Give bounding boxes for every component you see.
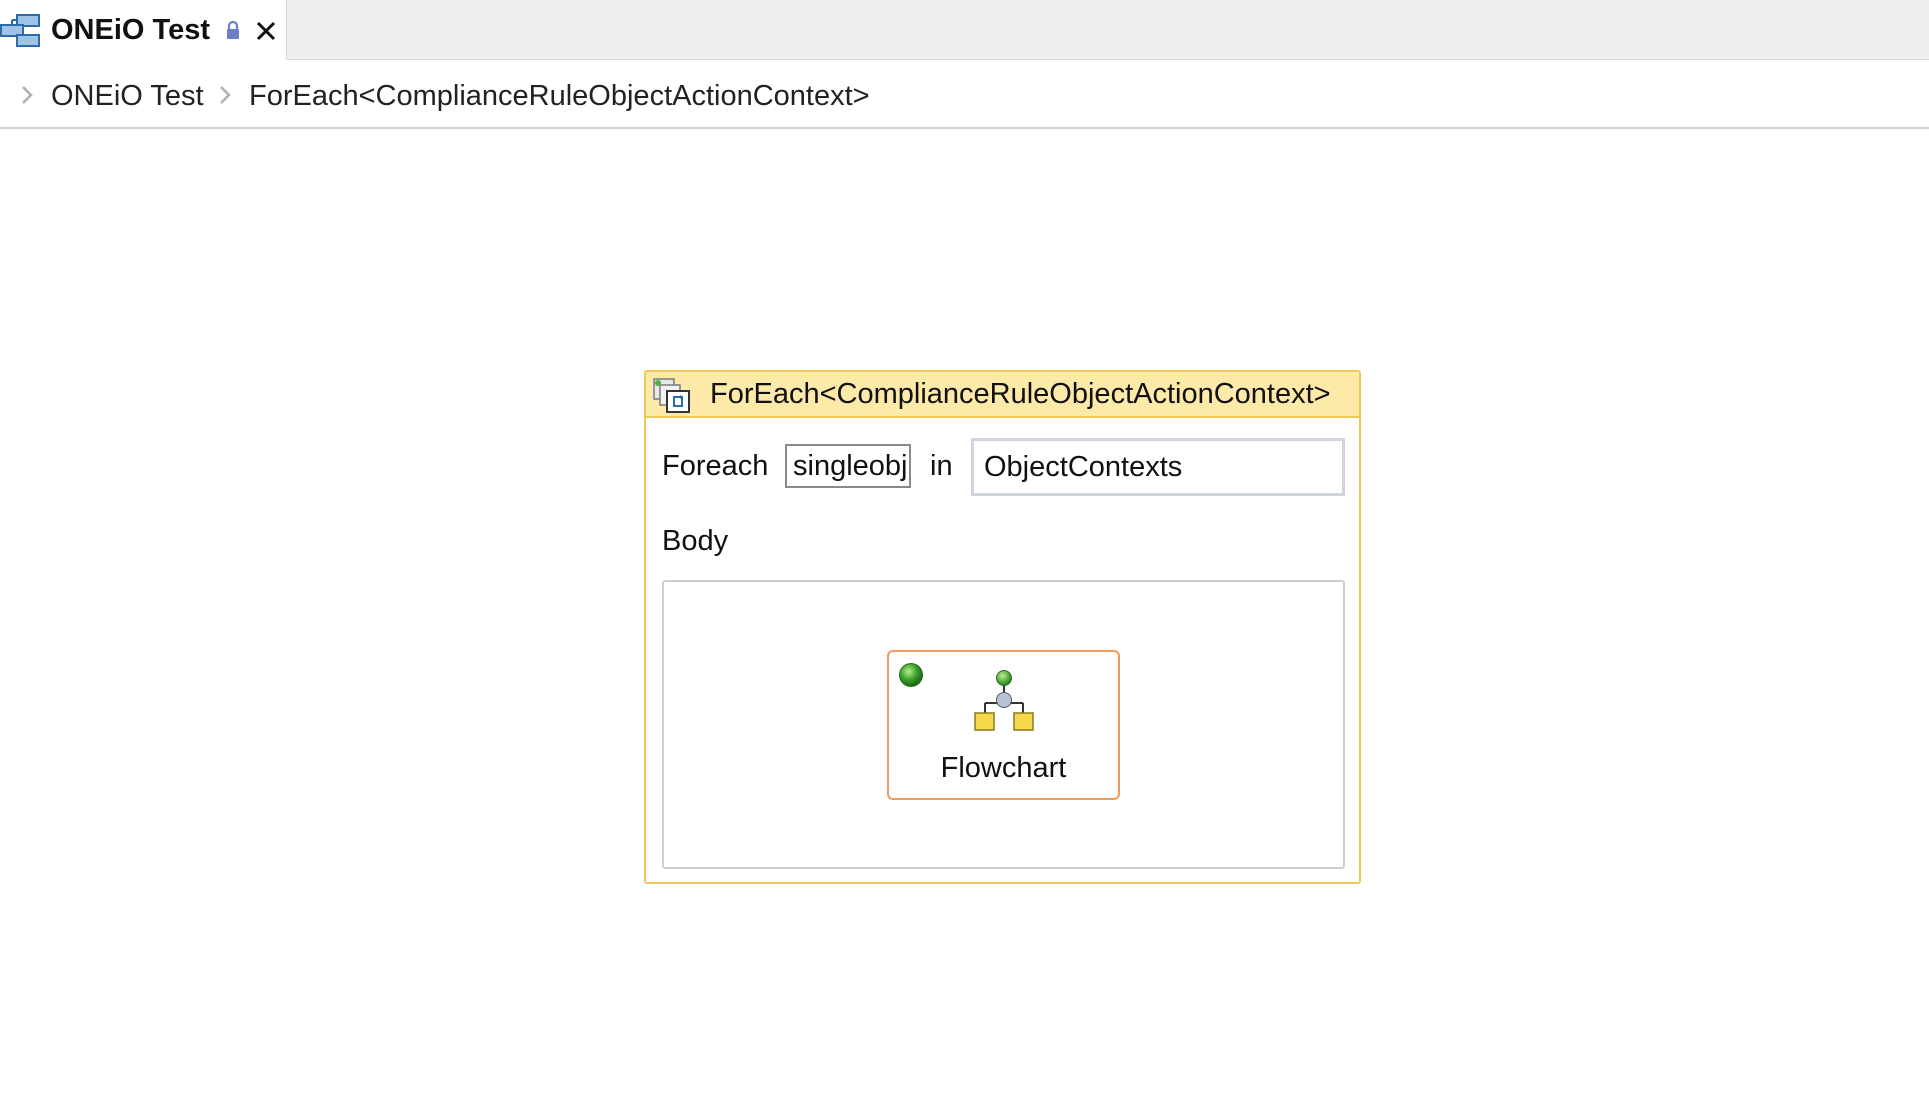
document-tab[interactable]: ONEiO Test [0,0,287,60]
document-tab-strip: ONEiO Test [0,0,1929,60]
in-label: in [930,450,953,482]
foreach-icon [653,378,690,413]
foreach-activity[interactable]: ForEach<ComplianceRuleObjectActionContex… [644,370,1361,884]
collection-expression-input[interactable]: ObjectContexts [971,438,1345,496]
activity-title: ForEach<ComplianceRuleObjectActionContex… [710,378,1331,410]
lock-icon [227,20,239,39]
foreach-label: Foreach [662,450,769,482]
chevron-right-icon [220,86,231,104]
chevron-right-icon [22,86,33,104]
close-icon[interactable] [253,18,279,44]
activity-header[interactable]: ForEach<ComplianceRuleObjectActionContex… [646,372,1359,418]
body-drop-area[interactable]: Flowchart [662,580,1345,869]
foreach-variable-input[interactable]: singleobj [785,444,911,488]
start-node-icon [899,663,923,687]
breadcrumb-item-foreach[interactable]: ForEach<ComplianceRuleObjectActionContex… [249,78,870,114]
workflow-icon [0,14,40,47]
flowchart-label: Flowchart [940,752,1067,784]
tab-title: ONEiO Test [51,14,210,46]
body-label: Body [662,525,729,557]
breadcrumb: ONEiO Test ForEach<ComplianceRuleObjectA… [0,60,1929,129]
flowchart-activity[interactable]: Flowchart [887,650,1120,800]
flowchart-icon [974,670,1034,731]
breadcrumb-item-root[interactable]: ONEiO Test [51,78,204,114]
